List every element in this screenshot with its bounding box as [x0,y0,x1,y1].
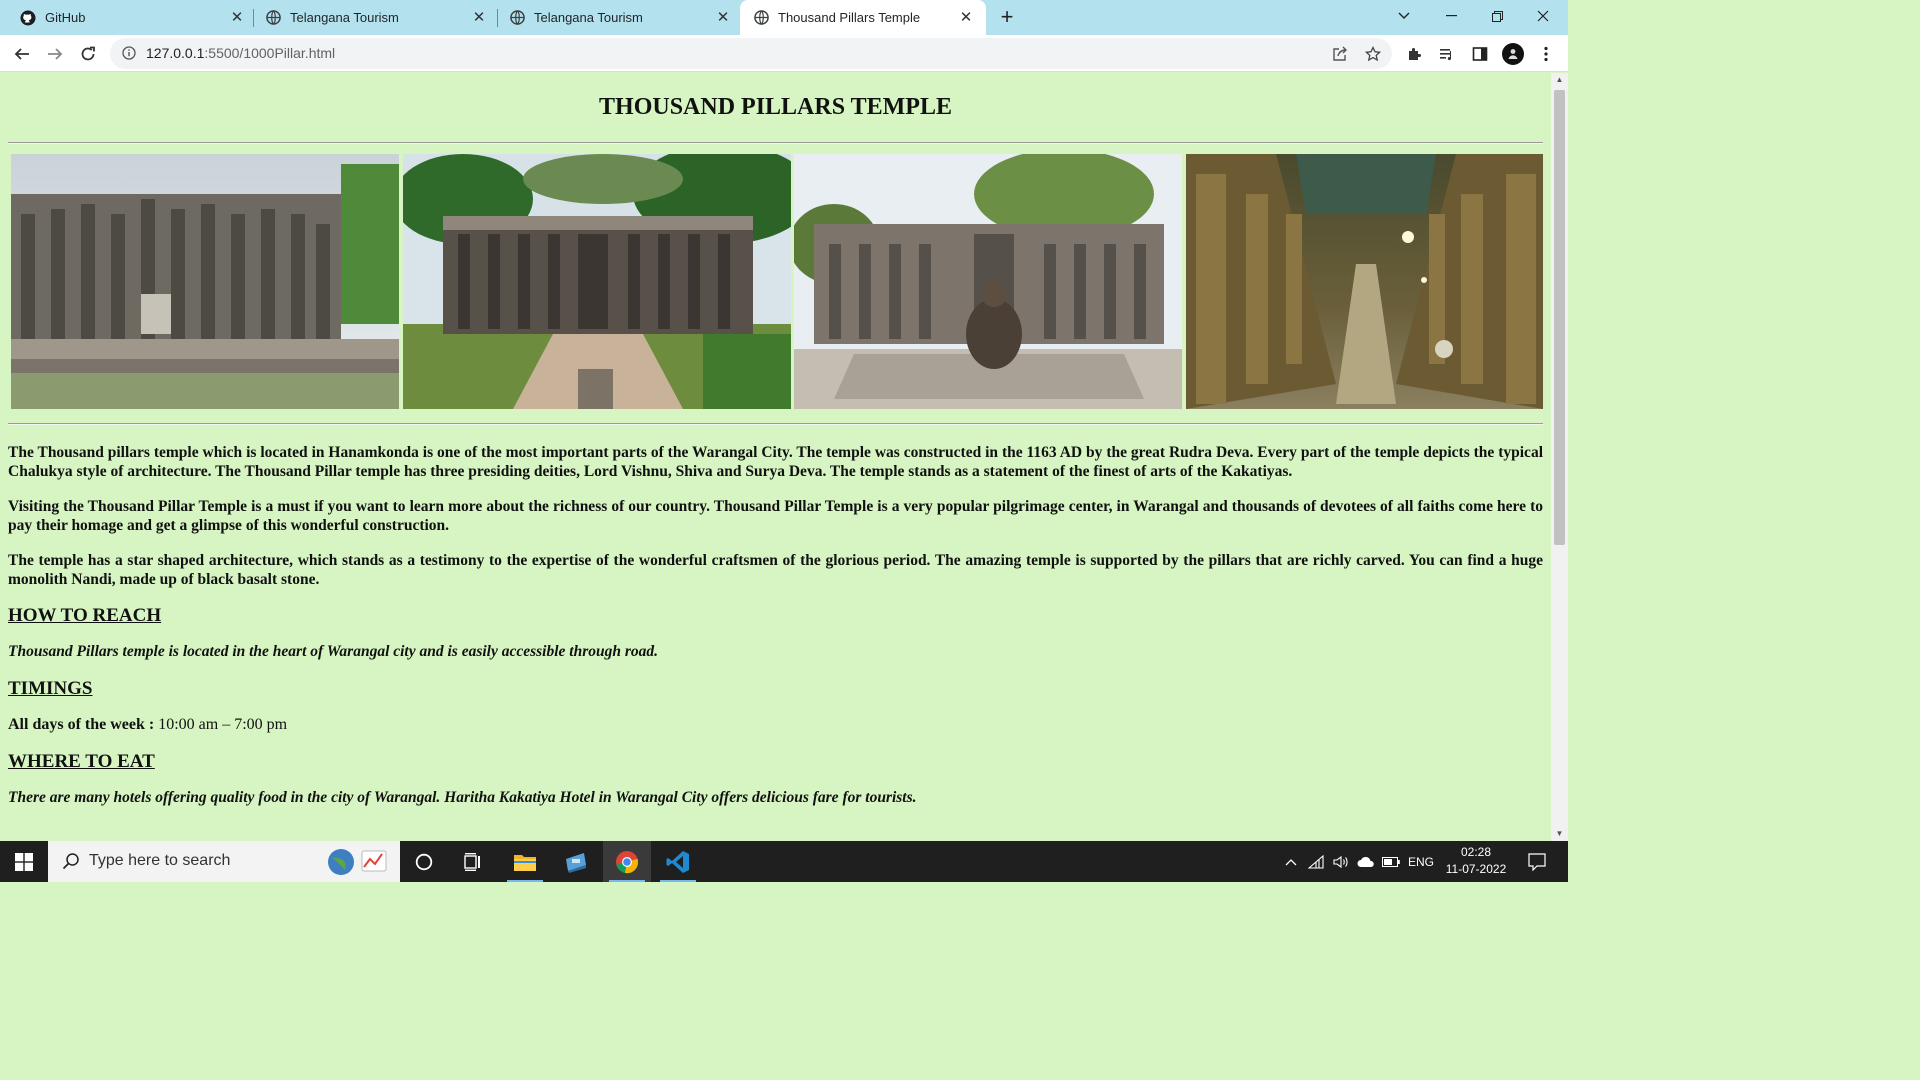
timings-value: 10:00 am – 7:00 pm [158,716,288,733]
how-to-reach-text: Thousand Pillars temple is located in th… [8,643,659,660]
minimize-icon[interactable] [1428,0,1474,32]
globe-icon [753,10,769,26]
temple-photo-2 [403,154,791,409]
content-body: The Thousand pillars temple which is loc… [8,443,1543,807]
url-path: :5500/1000Pillar.html [204,45,336,61]
clock-date: 11-07-2022 [1445,862,1507,876]
site-info-icon[interactable] [122,46,136,60]
reload-icon[interactable] [74,40,102,68]
globe-icon [265,10,281,26]
forward-arrow-icon[interactable] [41,40,69,68]
file-explorer-icon[interactable] [501,841,549,882]
globe-icon [509,10,525,26]
tab-github[interactable]: GitHub ✕ [0,0,255,35]
notification-center-icon[interactable] [1522,841,1552,882]
visiting-paragraph: Visiting the Thousand Pillar Temple is a… [8,498,1543,534]
divider [8,423,1543,425]
windows-start-icon[interactable] [0,841,48,882]
architecture-paragraph: The temple has a star shaped architectur… [8,552,1543,588]
desktop-app-icon[interactable] [552,841,600,882]
intro-paragraph: The Thousand pillars temple which is loc… [8,444,1543,480]
scroll-thumb[interactable] [1554,90,1565,545]
page-content: THOUSAND PILLARS TEMPLE The Thousand pil… [0,73,1551,841]
tab-telangana-tourism-1[interactable]: Telangana Tourism ✕ [245,0,497,35]
close-tab-icon[interactable]: ✕ [229,9,245,26]
temple-photo-4 [1186,154,1543,409]
side-panel-icon[interactable] [1466,40,1494,68]
new-tab-button[interactable]: + [995,6,1019,30]
battery-icon[interactable] [1380,841,1402,882]
restore-icon[interactable] [1474,0,1520,32]
media-control-icon[interactable] [1433,40,1461,68]
temple-photo-3 [794,154,1182,409]
photo-gallery [11,154,1543,409]
where-to-eat-heading: WHERE TO EAT [8,751,155,772]
clock-time: 02:28 [1460,845,1492,859]
close-window-icon[interactable] [1520,0,1566,32]
tab-title: GitHub [45,10,86,25]
tab-title: Telangana Tourism [534,10,643,25]
search-placeholder: Type here to search [89,852,231,869]
search-highlight-icon [326,847,388,877]
address-bar[interactable]: 127.0.0.1:5500/1000Pillar.html [110,38,1392,69]
menu-kebab-icon[interactable] [1532,40,1560,68]
share-icon[interactable] [1330,44,1350,64]
close-tab-icon[interactable]: ✕ [471,9,487,26]
close-tab-icon[interactable]: ✕ [715,9,731,26]
temple-photo-1 [11,154,399,409]
scroll-up-arrow-icon[interactable]: ▲ [1551,73,1568,87]
timings-heading: TIMINGS [8,678,93,699]
windows-taskbar: Type here to search ENG 02:28 11-07-2022 [0,841,1568,882]
tab-title: Telangana Tourism [290,10,399,25]
url-text: 127.0.0.1:5500/1000Pillar.html [146,45,335,61]
system-clock[interactable]: 02:28 11-07-2022 [1440,844,1512,878]
timings-label: All days of the week : [8,716,155,733]
cortana-circle-icon[interactable] [400,841,448,882]
wifi-icon[interactable] [1305,841,1327,882]
task-view-icon[interactable] [450,841,498,882]
bookmark-star-icon[interactable] [1363,44,1383,64]
vscode-icon[interactable] [654,841,702,882]
back-arrow-icon[interactable] [8,40,36,68]
timings-text: All days of the week : 10:00 am – 7:00 p… [8,716,1543,734]
where-to-eat-text: There are many hotels offering quality f… [8,789,917,806]
divider [8,142,1543,144]
github-icon [20,10,36,26]
page-scrollbar[interactable]: ▲ ▼ [1551,73,1568,841]
url-host: 127.0.0.1 [146,45,205,61]
search-icon [62,852,80,870]
show-hidden-icons-chevron-icon[interactable] [1281,841,1301,882]
tab-search-chevron-icon[interactable] [1381,0,1427,32]
language-indicator[interactable]: ENG [1404,841,1438,882]
scroll-down-arrow-icon[interactable]: ▼ [1551,827,1568,841]
taskbar-search-input[interactable]: Type here to search [48,841,400,882]
browser-tabstrip: GitHub ✕ Telangana Tourism ✕ Telangana T… [0,0,1568,35]
browser-toolbar: 127.0.0.1:5500/1000Pillar.html [0,35,1568,72]
extensions-puzzle-icon[interactable] [1400,40,1428,68]
page-title: THOUSAND PILLARS TEMPLE [599,94,952,120]
how-to-reach-heading: HOW TO REACH [8,605,162,626]
profile-avatar[interactable] [1499,40,1527,68]
tab-telangana-tourism-2[interactable]: Telangana Tourism ✕ [489,0,741,35]
close-tab-icon[interactable]: ✕ [958,9,974,26]
tab-title: Thousand Pillars Temple [778,10,921,25]
chrome-icon[interactable] [603,841,651,882]
volume-icon[interactable] [1330,841,1352,882]
onedrive-cloud-icon[interactable] [1355,841,1377,882]
tab-thousand-pillars-temple[interactable]: Thousand Pillars Temple ✕ [740,0,986,35]
